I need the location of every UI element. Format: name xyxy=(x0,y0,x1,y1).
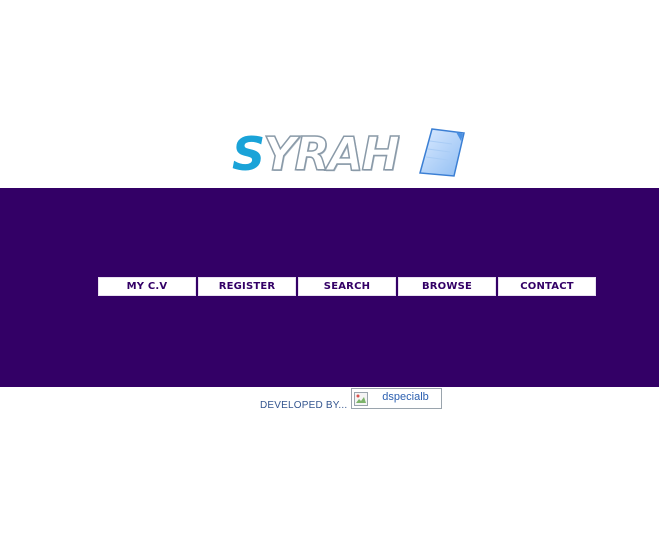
logo-wordmark: SYRAH xyxy=(232,130,401,178)
nav-search-button[interactable]: SEARCH xyxy=(298,277,396,296)
nav-contact-button[interactable]: CONTACT xyxy=(498,277,596,296)
broken-image-icon xyxy=(354,392,369,406)
logo-letters-rest: YRAH xyxy=(262,127,400,181)
site-logo: SYRAH xyxy=(232,127,468,179)
nav-register-button[interactable]: REGISTER xyxy=(198,277,296,296)
main-nav: MY C.V REGISTER SEARCH BROWSE CONTACT xyxy=(98,277,596,296)
footer: DEVELOPED BY... dspecialb xyxy=(260,388,443,411)
developed-by-text: DEVELOPED BY... xyxy=(260,400,348,411)
document-page-icon xyxy=(419,128,465,177)
developer-badge-link[interactable]: dspecialb xyxy=(351,388,443,409)
logo-letter-s: S xyxy=(232,127,265,181)
badge-alt-text: dspecialb xyxy=(382,391,429,403)
nav-browse-button[interactable]: BROWSE xyxy=(398,277,496,296)
nav-my-cv-button[interactable]: MY C.V xyxy=(98,277,196,296)
